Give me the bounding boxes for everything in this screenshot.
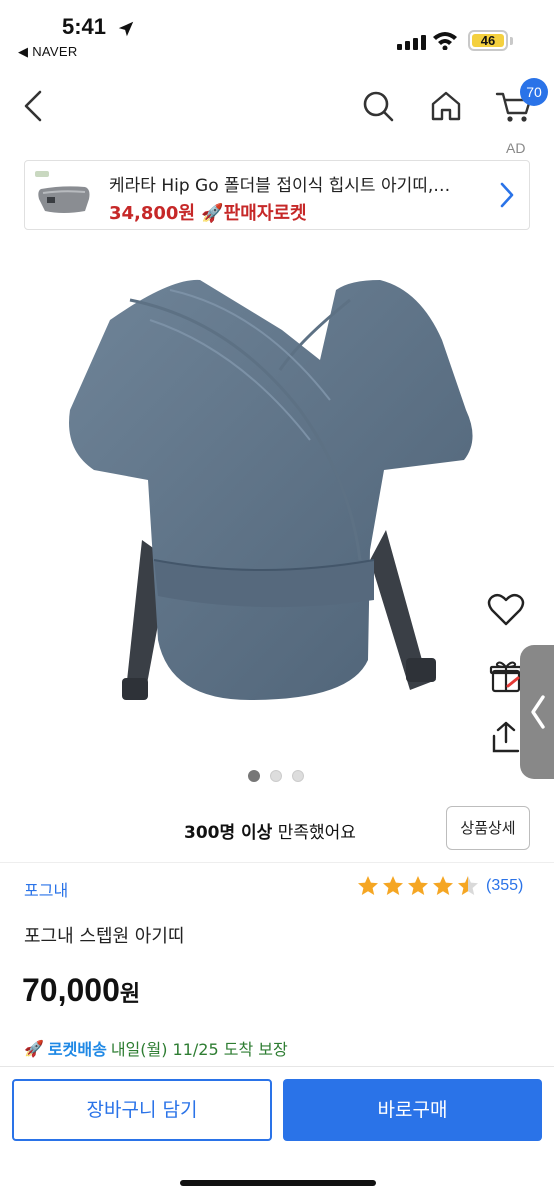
clock: 5:41 — [62, 14, 107, 39]
status-bar: 5:41 ◀ NAVER 46 — [0, 0, 554, 70]
star-icon — [408, 876, 428, 895]
add-to-cart-button[interactable]: 장바구니 담기 — [12, 1079, 272, 1141]
satisfaction-count: 300명 이상 — [184, 823, 273, 843]
product-price: 70,000원 — [22, 972, 140, 1009]
back-to-app-link[interactable]: ◀ NAVER — [18, 44, 78, 60]
delivery-date: 내일(월) 11/25 도착 보장 — [110, 1040, 288, 1059]
ad-title: 케라타 Hip Go 폴더블 접이식 힙시트 아기띠,… — [109, 176, 451, 196]
home-icon[interactable] — [428, 88, 464, 124]
cart-count-badge: 70 — [520, 78, 548, 106]
image-pagination — [248, 770, 304, 782]
satisfaction-text: 300명 이상 만족했어요 — [184, 818, 356, 843]
review-count[interactable]: (355) — [486, 877, 523, 895]
rocket-icon: 🚀 — [201, 203, 224, 224]
location-arrow-icon — [118, 21, 134, 37]
gift-icon[interactable] — [488, 658, 524, 694]
star-icon — [383, 876, 403, 895]
pagination-dot[interactable] — [270, 770, 282, 782]
chevron-left-icon — [531, 695, 545, 729]
chevron-right-icon[interactable] — [499, 181, 515, 209]
pagination-dot[interactable] — [292, 770, 304, 782]
heart-icon[interactable] — [486, 590, 526, 630]
rocket-icon: 🚀 — [24, 1038, 44, 1058]
ad-seller-rocket-badge: 판매자로켓 — [223, 203, 307, 224]
home-indicator — [180, 1180, 376, 1186]
ad-label: AD — [506, 140, 526, 156]
star-rating[interactable] — [356, 874, 480, 898]
satisfaction-label: 만족했어요 — [272, 823, 356, 843]
share-icon[interactable] — [490, 720, 522, 754]
star-icon — [458, 876, 478, 895]
product-name: 포그내 스텝원 아기띠 — [24, 926, 185, 947]
price-unit: 원 — [119, 982, 141, 1007]
search-icon[interactable] — [360, 88, 396, 124]
star-icon — [433, 876, 453, 895]
divider — [0, 862, 554, 863]
price-value: 70,000 — [22, 972, 120, 1008]
ad-price: 34,800원 — [109, 203, 196, 224]
ad-price-row: 34,800원 🚀판매자로켓 — [109, 199, 307, 225]
back-chevron-icon[interactable] — [20, 88, 46, 124]
cellular-signal-icon — [397, 34, 426, 50]
battery-icon: 46 — [468, 30, 508, 51]
buy-now-button[interactable]: 바로구매 — [283, 1079, 542, 1141]
star-icon — [358, 876, 378, 895]
ad-banner[interactable]: 케라타 Hip Go 폴더블 접이식 힙시트 아기띠,… 34,800원 🚀판매… — [24, 160, 530, 230]
rocket-delivery-badge: 로켓배송 — [47, 1040, 107, 1059]
wifi-icon — [433, 32, 457, 50]
battery-level: 46 — [472, 34, 504, 47]
product-image[interactable] — [50, 260, 490, 740]
product-detail-button[interactable]: 상품상세 — [446, 806, 530, 850]
pagination-dot[interactable] — [248, 770, 260, 782]
battery-nub — [510, 37, 513, 45]
side-panel-tab[interactable] — [520, 645, 554, 779]
brand-link[interactable]: 포그내 — [24, 877, 68, 901]
ad-product-thumbnail — [35, 171, 90, 213]
delivery-info: 🚀 로켓배송 내일(월) 11/25 도착 보장 — [24, 1036, 288, 1060]
